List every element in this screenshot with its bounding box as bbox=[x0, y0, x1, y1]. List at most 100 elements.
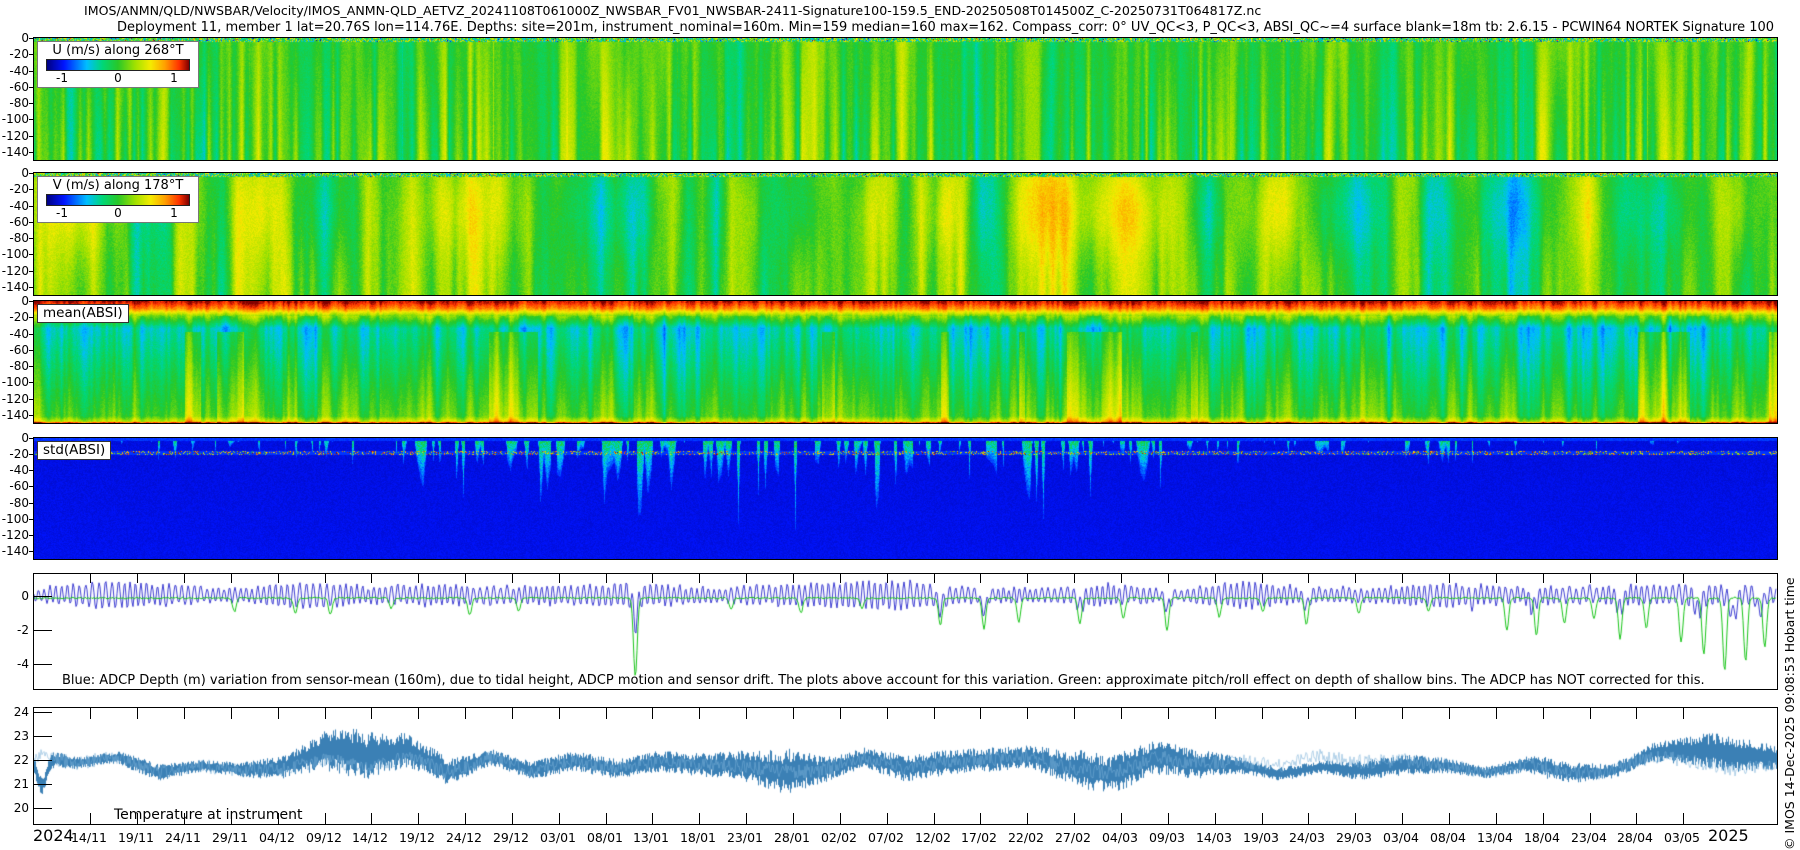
x-tick-label: 03/05 bbox=[1663, 830, 1701, 845]
x-tick-label: 12/02 bbox=[914, 830, 952, 845]
x-tick-mark bbox=[371, 708, 372, 719]
x-tick-mark bbox=[278, 708, 279, 719]
x-tick-mark bbox=[1543, 813, 1544, 824]
y-tick-label: -140 bbox=[1, 280, 29, 294]
x-tick-mark bbox=[559, 574, 560, 583]
y-tick-mark bbox=[34, 736, 52, 737]
x-tick-mark bbox=[793, 574, 794, 583]
x-tick-mark bbox=[1121, 708, 1122, 719]
x-tick-mark bbox=[325, 708, 326, 719]
x-tick-mark bbox=[325, 813, 326, 824]
x-tick-mark bbox=[1355, 708, 1356, 719]
x-tick-mark bbox=[887, 708, 888, 719]
x-tick-mark bbox=[1496, 813, 1497, 824]
x-tick-mark bbox=[840, 708, 841, 719]
y-tick-label: -100 bbox=[1, 247, 29, 261]
y-tick-label: 0 bbox=[21, 166, 29, 180]
y-tick-mark bbox=[29, 254, 34, 255]
y-tick-label: -80 bbox=[9, 496, 29, 510]
x-tick-mark bbox=[746, 813, 747, 824]
x-tick-mark bbox=[1496, 574, 1497, 583]
x-tick-mark bbox=[1215, 708, 1216, 719]
x-tick-label: 18/04 bbox=[1523, 830, 1561, 845]
y-tick-label: -140 bbox=[1, 408, 29, 422]
x-tick-label: 14/03 bbox=[1195, 830, 1233, 845]
y-tick-label: -120 bbox=[1, 392, 29, 406]
y-tick-mark bbox=[29, 287, 34, 288]
y-tick-label: -40 bbox=[9, 199, 29, 213]
v-colorbar-tick-min: -1 bbox=[56, 206, 68, 220]
y-tick-mark bbox=[34, 664, 52, 665]
x-tick-mark bbox=[1308, 574, 1309, 583]
x-tick-mark bbox=[418, 708, 419, 719]
panel-std-absi-heatmap: std(ABSI) 0 -20 -40 -60 -80 -100 -120 -140 bbox=[2, 431, 1778, 560]
x-tick-mark bbox=[887, 574, 888, 583]
x-tick-mark bbox=[1402, 574, 1403, 583]
x-tick-label: 22/02 bbox=[1007, 830, 1045, 845]
y-tick-mark bbox=[29, 103, 34, 104]
y-tick-label: -60 bbox=[9, 80, 29, 94]
x-tick-label: 24/12 bbox=[445, 830, 483, 845]
y-tick-label: -80 bbox=[9, 359, 29, 373]
depth-variation-note: Blue: ADCP Depth (m) variation from sens… bbox=[62, 673, 1705, 688]
y-tick-mark bbox=[34, 712, 52, 713]
y-tick-label: -60 bbox=[9, 479, 29, 493]
y-tick-mark bbox=[29, 535, 34, 536]
x-tick-label: 14/12 bbox=[351, 830, 389, 845]
x-tick-label: 19/11 bbox=[117, 830, 155, 845]
y-tick-label: -40 bbox=[9, 463, 29, 477]
y-tick-mark bbox=[29, 189, 34, 190]
x-tick-label: 29/11 bbox=[211, 830, 249, 845]
x-tick-mark bbox=[559, 813, 560, 824]
x-tick-mark bbox=[1590, 813, 1591, 824]
x-tick-label: 14/11 bbox=[70, 830, 108, 845]
u-colorbar-ticks: -1 0 1 bbox=[38, 71, 198, 85]
x-tick-mark bbox=[1683, 708, 1684, 719]
x-tick-mark bbox=[90, 708, 91, 719]
mean-absi-label: mean(ABSI) bbox=[37, 304, 129, 323]
x-tick-mark bbox=[934, 708, 935, 719]
x-tick-mark bbox=[1215, 574, 1216, 583]
x-tick-label: 23/04 bbox=[1570, 830, 1608, 845]
y-tick-mark bbox=[29, 334, 34, 335]
x-tick-label: 19/03 bbox=[1242, 830, 1280, 845]
x-tick-mark bbox=[746, 574, 747, 583]
y-tick-mark bbox=[34, 808, 52, 809]
x-tick-label: 28/04 bbox=[1616, 830, 1654, 845]
x-tick-mark bbox=[746, 708, 747, 719]
y-tick-label: -20 bbox=[9, 47, 29, 61]
u-colorbar-tick-max: 1 bbox=[170, 71, 178, 85]
x-tick-mark bbox=[184, 708, 185, 719]
y-tick-mark bbox=[29, 470, 34, 471]
y-tick-mark bbox=[29, 119, 34, 120]
y-tick-mark bbox=[29, 551, 34, 552]
x-tick-mark bbox=[606, 574, 607, 583]
x-tick-mark bbox=[840, 813, 841, 824]
panel-temperature: Temperature at instrument 24 23 22 21 20 bbox=[14, 705, 1778, 825]
y-tick-label: -120 bbox=[1, 129, 29, 143]
x-tick-mark bbox=[1402, 813, 1403, 824]
x-tick-label: 04/03 bbox=[1101, 830, 1139, 845]
y-tick-label: -2 bbox=[17, 623, 29, 637]
x-tick-label: 08/04 bbox=[1429, 830, 1467, 845]
x-tick-mark bbox=[1168, 708, 1169, 719]
x-tick-label: 08/01 bbox=[586, 830, 624, 845]
x-tick-mark bbox=[231, 708, 232, 719]
x-tick-label: 03/04 bbox=[1382, 830, 1420, 845]
x-tick-mark bbox=[465, 813, 466, 824]
y-tick-label: -120 bbox=[1, 528, 29, 542]
panel-v-velocity-heatmap: V (m/s) along 178°T -1 0 1 0 -20 -40 -60 -80… bbox=[2, 166, 1778, 296]
x-tick-mark bbox=[1074, 708, 1075, 719]
x-tick-mark bbox=[512, 813, 513, 824]
x-tick-mark bbox=[1027, 708, 1028, 719]
y-tick-mark bbox=[29, 399, 34, 400]
temperature-label: Temperature at instrument bbox=[114, 807, 303, 823]
x-tick-mark bbox=[278, 574, 279, 583]
x-tick-mark bbox=[1496, 708, 1497, 719]
x-tick-label: 29/03 bbox=[1335, 830, 1373, 845]
u-colorbar-tick-min: -1 bbox=[56, 71, 68, 85]
x-tick-label: 13/01 bbox=[632, 830, 670, 845]
y-tick-mark bbox=[29, 173, 34, 174]
y-tick-mark bbox=[29, 71, 34, 72]
u-colorbar bbox=[46, 59, 190, 71]
